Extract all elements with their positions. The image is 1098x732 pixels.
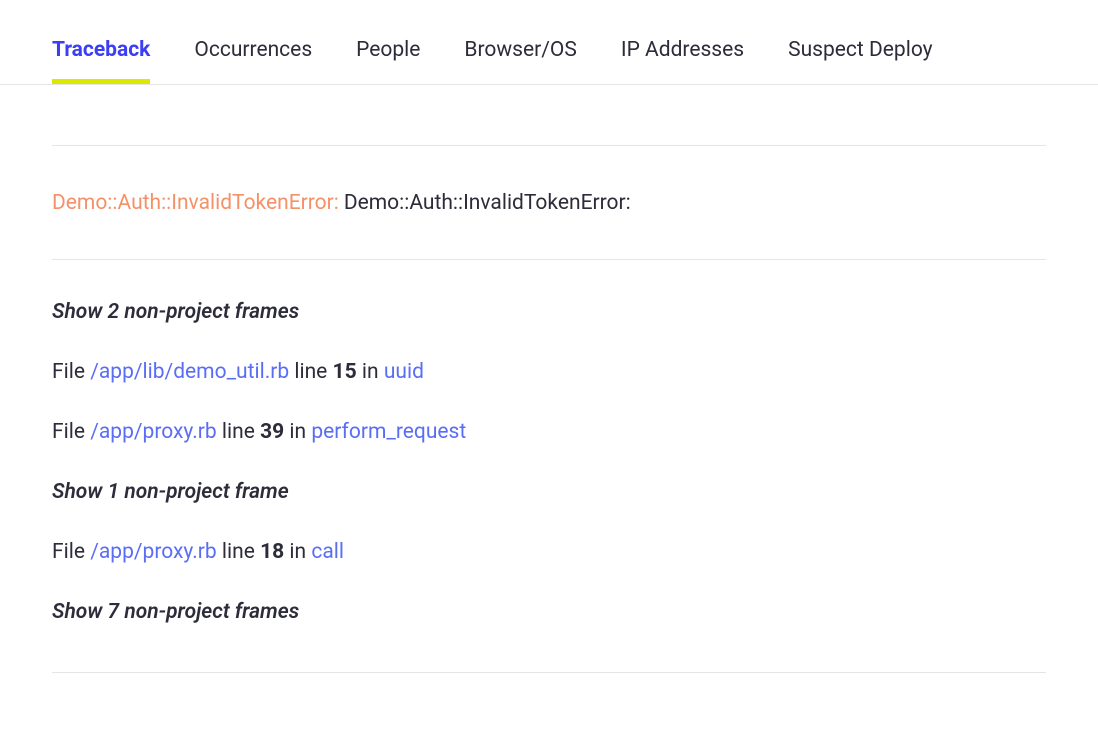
line-number: 18 xyxy=(260,540,284,564)
frame-toggle-1[interactable]: Show 2 non-project frames xyxy=(52,300,1046,324)
in-label: in xyxy=(289,420,306,444)
line-number: 15 xyxy=(333,360,357,384)
in-label: in xyxy=(362,360,379,384)
error-section: Demo::Auth::InvalidTokenError: Demo::Aut… xyxy=(52,146,1046,260)
function-link[interactable]: call xyxy=(311,540,344,564)
file-path-link[interactable]: /app/lib/demo_util.rb xyxy=(90,360,289,384)
tab-ip-addresses[interactable]: IP Addresses xyxy=(621,38,744,84)
tab-suspect-deploy[interactable]: Suspect Deploy xyxy=(788,38,932,84)
in-label: in xyxy=(289,540,306,564)
content-area: Demo::Auth::InvalidTokenError: Demo::Aut… xyxy=(0,145,1098,673)
tab-occurrences[interactable]: Occurrences xyxy=(194,38,312,84)
frame-line-1: File /app/lib/demo_util.rb line 15 in uu… xyxy=(52,360,1046,384)
file-label: File xyxy=(52,360,85,384)
frame-toggle-3[interactable]: Show 7 non-project frames xyxy=(52,600,1046,624)
frame-line-2: File /app/proxy.rb line 39 in perform_re… xyxy=(52,420,1046,444)
file-path-link[interactable]: /app/proxy.rb xyxy=(90,540,217,564)
function-link[interactable]: perform_request xyxy=(311,420,466,444)
frame-line-3: File /app/proxy.rb line 18 in call xyxy=(52,540,1046,564)
tab-browser-os[interactable]: Browser/OS xyxy=(464,38,576,84)
file-path-link[interactable]: /app/proxy.rb xyxy=(90,420,217,444)
error-class: Demo::Auth::InvalidTokenError: xyxy=(52,191,339,215)
traceback-section: Show 2 non-project frames File /app/lib/… xyxy=(52,260,1046,673)
file-label: File xyxy=(52,420,85,444)
line-label: line xyxy=(294,360,327,384)
line-label: line xyxy=(222,420,255,444)
file-label: File xyxy=(52,540,85,564)
tab-people[interactable]: People xyxy=(356,38,420,84)
tabs-container: Traceback Occurrences People Browser/OS … xyxy=(0,0,1098,85)
frame-toggle-2[interactable]: Show 1 non-project frame xyxy=(52,480,1046,504)
function-link[interactable]: uuid xyxy=(384,360,424,384)
tab-traceback[interactable]: Traceback xyxy=(52,38,150,84)
line-number: 39 xyxy=(260,420,284,444)
line-label: line xyxy=(222,540,255,564)
error-message: Demo::Auth::InvalidTokenError: xyxy=(344,191,631,215)
tabs-bar: Traceback Occurrences People Browser/OS … xyxy=(52,0,1046,84)
